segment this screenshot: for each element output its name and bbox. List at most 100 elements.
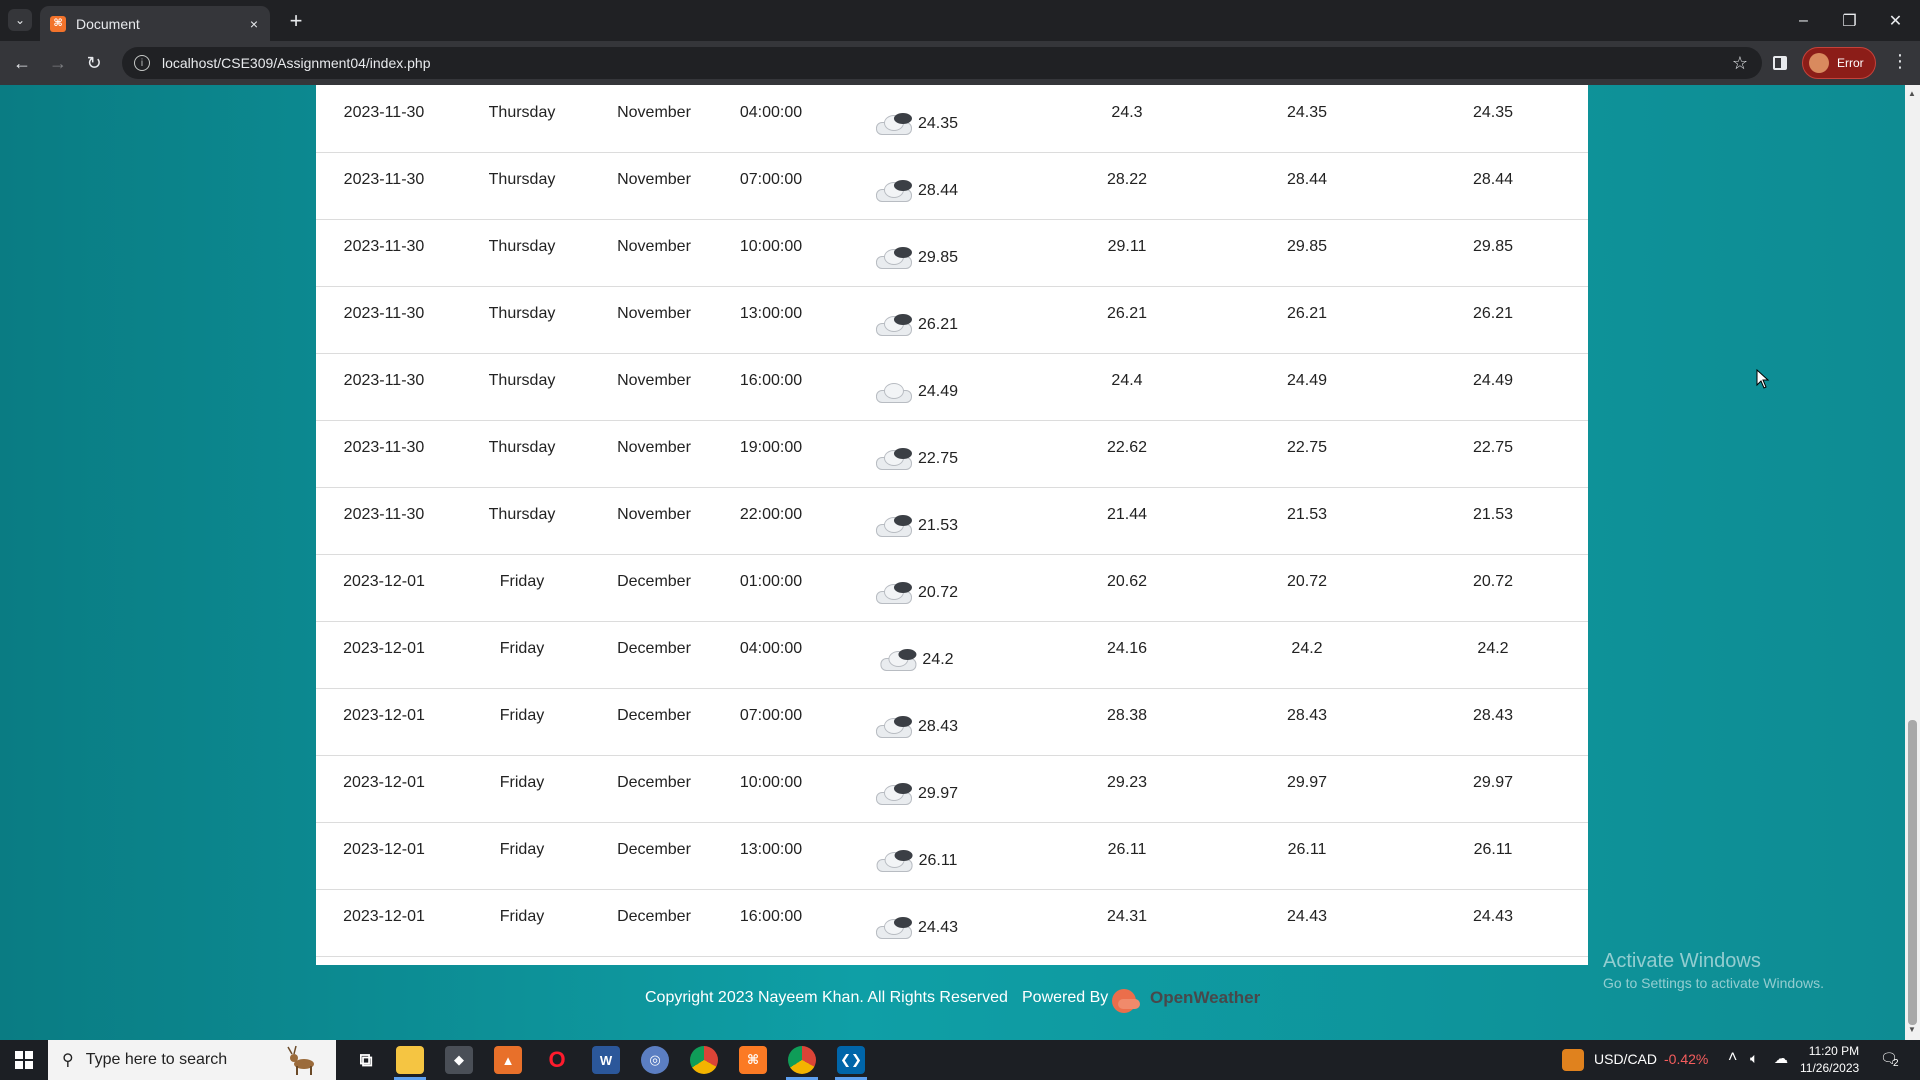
tab-search-button[interactable]: ⌄	[8, 9, 32, 31]
cell-date: 2023-12-01	[343, 640, 425, 657]
address-bar[interactable]: i localhost/CSE309/Assignment04/index.ph…	[122, 47, 1762, 79]
cell-min-temp: 24.16	[1106, 640, 1148, 657]
table-row: 2023-11-30 Thursday November 16:00:00 24.4 24…	[316, 353, 1588, 421]
cloud-icon	[874, 582, 914, 604]
bookmark-star-icon[interactable]: ☆	[1732, 53, 1748, 74]
cell-time: 10:00:00	[739, 774, 803, 791]
cell-temp: 22.75	[917, 450, 959, 467]
openweather-brand[interactable]: OpenWeather	[1150, 988, 1260, 1008]
cell-date: 2023-11-30	[343, 171, 425, 188]
xampp-icon[interactable]: ⌘	[739, 1046, 767, 1074]
cell-max-temp: 26.21	[1286, 305, 1328, 322]
forward-arrow-icon[interactable]: →	[44, 50, 72, 76]
restore-button[interactable]: ❐	[1827, 0, 1872, 41]
word-icon[interactable]: W	[592, 1046, 620, 1074]
cell-date: 2023-12-01	[343, 707, 425, 724]
tray-chevron-icon[interactable]: ˄	[1728, 1049, 1737, 1067]
table-row: 2023-11-30 Thursday November 04:00:00 24.3 24…	[316, 85, 1588, 153]
cell-temp: 28.44	[917, 182, 959, 199]
cell-weather: 24.35	[874, 113, 958, 135]
cell-month: November	[617, 305, 691, 322]
cell-min-temp: 20.62	[1106, 573, 1148, 590]
network-icon[interactable]: ☁︎	[1774, 1050, 1788, 1067]
powered-by-text: Powered By	[1022, 989, 1109, 1006]
globe-app-icon[interactable]: ◎	[641, 1046, 669, 1074]
cell-max-temp: 26.11	[1287, 841, 1327, 858]
cell-min-temp: 28.22	[1106, 171, 1148, 188]
cell-weather: 22.75	[874, 448, 958, 470]
table-row: 2023-12-01 Friday December 07:00:00 28.38 28.…	[316, 688, 1588, 756]
new-tab-button[interactable]: +	[282, 8, 310, 34]
cell-max-temp: 24.43	[1286, 908, 1328, 925]
page-scrollbar[interactable]: ▲ ▼	[1905, 85, 1920, 1040]
scrollbar-thumb[interactable]	[1908, 720, 1917, 1025]
cell-min-temp: 22.62	[1106, 439, 1148, 456]
cell-feels-temp: 29.97	[1472, 774, 1514, 791]
file-explorer-icon[interactable]	[396, 1046, 424, 1074]
cell-max-temp: 21.53	[1286, 506, 1328, 523]
cell-feels-temp: 29.85	[1472, 238, 1514, 255]
cloud-icon	[874, 515, 914, 537]
start-button[interactable]	[0, 1040, 48, 1080]
cell-month: December	[617, 774, 691, 791]
xampp-favicon-icon: ⌘	[50, 15, 66, 32]
browser-menu-icon[interactable]: ⋮	[1888, 51, 1912, 72]
chrome-icon[interactable]	[690, 1046, 718, 1074]
copyright-text: Copyright 2023 Nayeem Khan. All Rights R…	[645, 989, 1008, 1006]
cell-min-temp: 29.11	[1107, 238, 1147, 255]
cell-temp: 29.97	[917, 785, 959, 802]
cell-feels-temp: 24.43	[1472, 908, 1514, 925]
cell-min-temp: 24.31	[1106, 908, 1148, 925]
url-text[interactable]: localhost/CSE309/Assignment04/index.php	[162, 55, 1732, 71]
cell-max-temp: 24.35	[1286, 104, 1328, 121]
cell-time: 13:00:00	[739, 841, 803, 858]
currency-change: -0.42%	[1664, 1051, 1709, 1067]
deer-highlight-icon	[287, 1045, 314, 1075]
cell-temp: 29.85	[917, 249, 959, 266]
cell-feels-temp: 24.35	[1472, 104, 1514, 121]
system-clock[interactable]: 11:20 PM 11/26/2023	[1800, 1043, 1859, 1077]
profile-error-button[interactable]: Error	[1802, 47, 1876, 79]
cell-time: 01:00:00	[739, 573, 803, 590]
side-panel-icon[interactable]	[1768, 51, 1792, 75]
unity-hub-icon[interactable]: ◆	[445, 1046, 473, 1074]
cell-time: 07:00:00	[739, 171, 803, 188]
activate-windows-watermark: Activate Windows Go to Settings to activ…	[1603, 950, 1824, 991]
task-view-icon[interactable]: ⧉	[352, 1046, 380, 1074]
tab-close-icon[interactable]: ×	[250, 16, 258, 32]
reload-icon[interactable]: ↻	[80, 50, 108, 76]
back-arrow-icon[interactable]: ←	[8, 50, 36, 76]
cell-date: 2023-11-30	[343, 506, 425, 523]
chrome-active-icon[interactable]	[788, 1046, 816, 1074]
cell-time: 13:00:00	[739, 305, 803, 322]
cell-max-temp: 24.2	[1291, 640, 1323, 657]
cell-min-temp: 28.38	[1106, 707, 1148, 724]
cloud-icon	[874, 113, 914, 135]
activate-windows-subtitle: Go to Settings to activate Windows.	[1603, 975, 1824, 991]
cell-day: Friday	[499, 707, 545, 724]
scroll-up-icon[interactable]: ▲	[1908, 89, 1916, 98]
currency-pair[interactable]: USD/CAD	[1594, 1051, 1657, 1067]
window-close-button[interactable]: ✕	[1873, 0, 1918, 41]
tab-document[interactable]: ⌘ Document ×	[40, 6, 270, 41]
site-info-icon[interactable]: i	[134, 55, 150, 71]
cell-time: 04:00:00	[739, 640, 803, 657]
cell-max-temp: 29.97	[1286, 774, 1328, 791]
minimize-button[interactable]: –	[1781, 0, 1826, 41]
speaker-icon[interactable]: 🔈︎	[1750, 1050, 1758, 1067]
scroll-down-icon[interactable]: ▼	[1908, 1025, 1916, 1034]
cell-month: November	[617, 506, 691, 523]
table-row: 2023-12-01 Friday December 13:00:00 26.11 26.…	[316, 822, 1588, 890]
vscode-icon[interactable]: ❮❯	[837, 1046, 865, 1074]
cell-max-temp: 20.72	[1286, 573, 1328, 590]
taskbar-search-box[interactable]: ⚲ Type here to search	[48, 1040, 336, 1080]
opera-icon[interactable]: O	[543, 1046, 571, 1074]
cell-time: 04:00:00	[739, 104, 803, 121]
cell-temp: 28.43	[917, 718, 959, 735]
matlab-icon[interactable]: ▲	[494, 1046, 522, 1074]
cell-feels-temp: 24.2	[1477, 640, 1509, 657]
cell-temp: 24.43	[917, 919, 959, 936]
stock-widget-icon[interactable]	[1562, 1049, 1584, 1071]
cloud-icon	[875, 850, 915, 872]
cell-time: 10:00:00	[739, 238, 803, 255]
